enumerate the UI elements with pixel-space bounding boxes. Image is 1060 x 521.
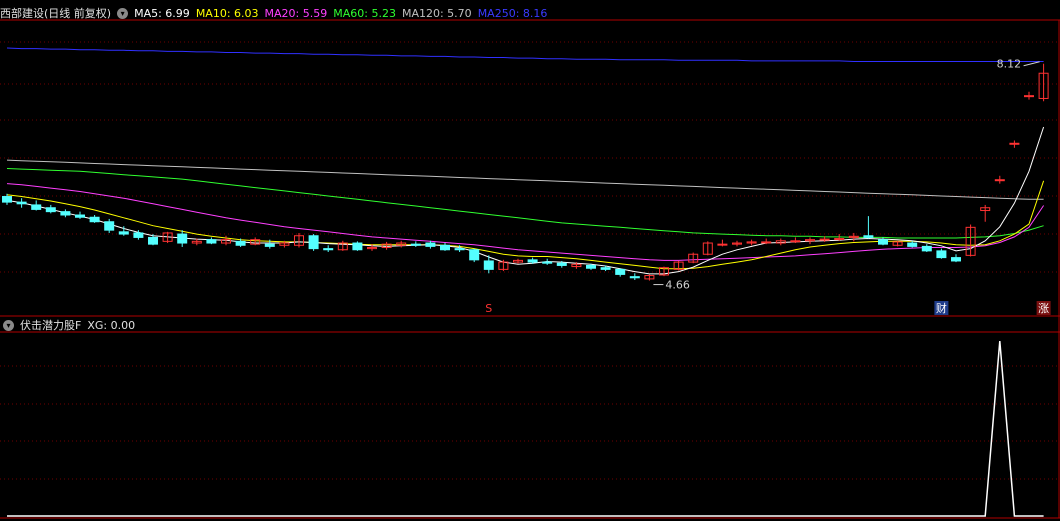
- candle-body: [629, 276, 640, 279]
- high-arrow: [1023, 61, 1040, 67]
- signal-marker: S: [485, 302, 492, 315]
- annotations: 8.12 4.66 S 财 涨: [485, 58, 1051, 315]
- candle-body: [483, 260, 494, 270]
- candlesticks: [2, 63, 1049, 281]
- candle-body: [454, 248, 465, 251]
- candle-body: [60, 211, 71, 216]
- candle-body: [133, 232, 144, 238]
- candle-body: [16, 201, 27, 205]
- candle-body: [878, 239, 888, 245]
- candle-body: [469, 249, 480, 261]
- ma20-label: MA20: 5.59: [264, 6, 328, 20]
- candle-body: [819, 238, 830, 241]
- ma5-label: MA5: 6.99: [134, 6, 190, 20]
- ma60-label: MA60: 5.23: [333, 6, 396, 20]
- chevron-down-icon[interactable]: ▾: [117, 7, 129, 19]
- candle-body: [615, 268, 626, 275]
- candle-body: [308, 235, 319, 250]
- candle-body: [834, 238, 845, 241]
- candle-body: [921, 245, 932, 252]
- candle-body: [31, 204, 42, 210]
- candle-body: [1024, 95, 1034, 98]
- candle-body: [425, 242, 436, 247]
- candle-body: [790, 240, 801, 243]
- grid-lines: [0, 19, 1060, 519]
- candle-body: [600, 267, 611, 270]
- candle-body: [148, 236, 158, 245]
- candle-body: [104, 221, 115, 231]
- candle-body: [440, 244, 450, 251]
- candle-body: [323, 248, 334, 251]
- candle-body: [118, 231, 129, 235]
- candle-body: [235, 240, 246, 246]
- moving-average-lines: [6, 47, 1045, 275]
- stock-title: 西部建设(日线 前复权): [0, 7, 112, 20]
- candle-body: [177, 233, 188, 244]
- ma10-label: MA10: 6.03: [195, 6, 259, 20]
- stock-chart: 8.12 4.66 S 财 涨: [0, 19, 1060, 519]
- sub-panel-header: ▾ 伏击潜力股F XG: 0.00: [0, 317, 141, 333]
- candle-body: [89, 216, 100, 223]
- candle-body: [264, 243, 275, 247]
- ma5-line: [6, 126, 1045, 275]
- candle-body: [761, 241, 772, 244]
- candle-body: [352, 242, 363, 251]
- candle-body: [410, 243, 421, 246]
- candle-body: [527, 259, 538, 263]
- candle-body: [907, 242, 918, 247]
- ma120-line: [6, 159, 1044, 200]
- xg-value: XG: 0.00: [87, 318, 136, 332]
- indicator-title: 伏击潜力股F: [20, 319, 82, 332]
- candle-body: [951, 257, 961, 262]
- candle-body: [206, 239, 217, 244]
- candle-body: [542, 261, 553, 264]
- ma120-label: MA120: 5.70: [401, 6, 472, 20]
- candle-body: [556, 262, 567, 266]
- candle-body: [717, 243, 728, 246]
- signal-marker: 涨: [1038, 302, 1049, 315]
- indicator-panel: [7, 340, 1044, 517]
- candle-body: [75, 214, 85, 218]
- candle-body: [2, 196, 12, 203]
- candle-body: [936, 250, 947, 259]
- ma250-label: MA250: 8.16: [477, 6, 548, 20]
- ma20-line: [6, 183, 1045, 261]
- candle-body: [994, 179, 1005, 182]
- main-panel-header: 西部建设(日线 前复权) ▾ MA5: 6.99 MA10: 6.03 MA20…: [0, 5, 553, 21]
- signal-marker: 财: [936, 301, 947, 315]
- candle-body: [45, 207, 56, 213]
- candle-body: [586, 264, 596, 269]
- ma250-line: [6, 47, 1044, 62]
- low-price-label: 4.66: [665, 279, 690, 292]
- xg-line: [7, 340, 1044, 517]
- candle-body: [1009, 142, 1020, 145]
- candle-body: [863, 235, 874, 238]
- chevron-down-icon[interactable]: ▾: [3, 319, 14, 331]
- high-price-label: 8.12: [997, 58, 1022, 71]
